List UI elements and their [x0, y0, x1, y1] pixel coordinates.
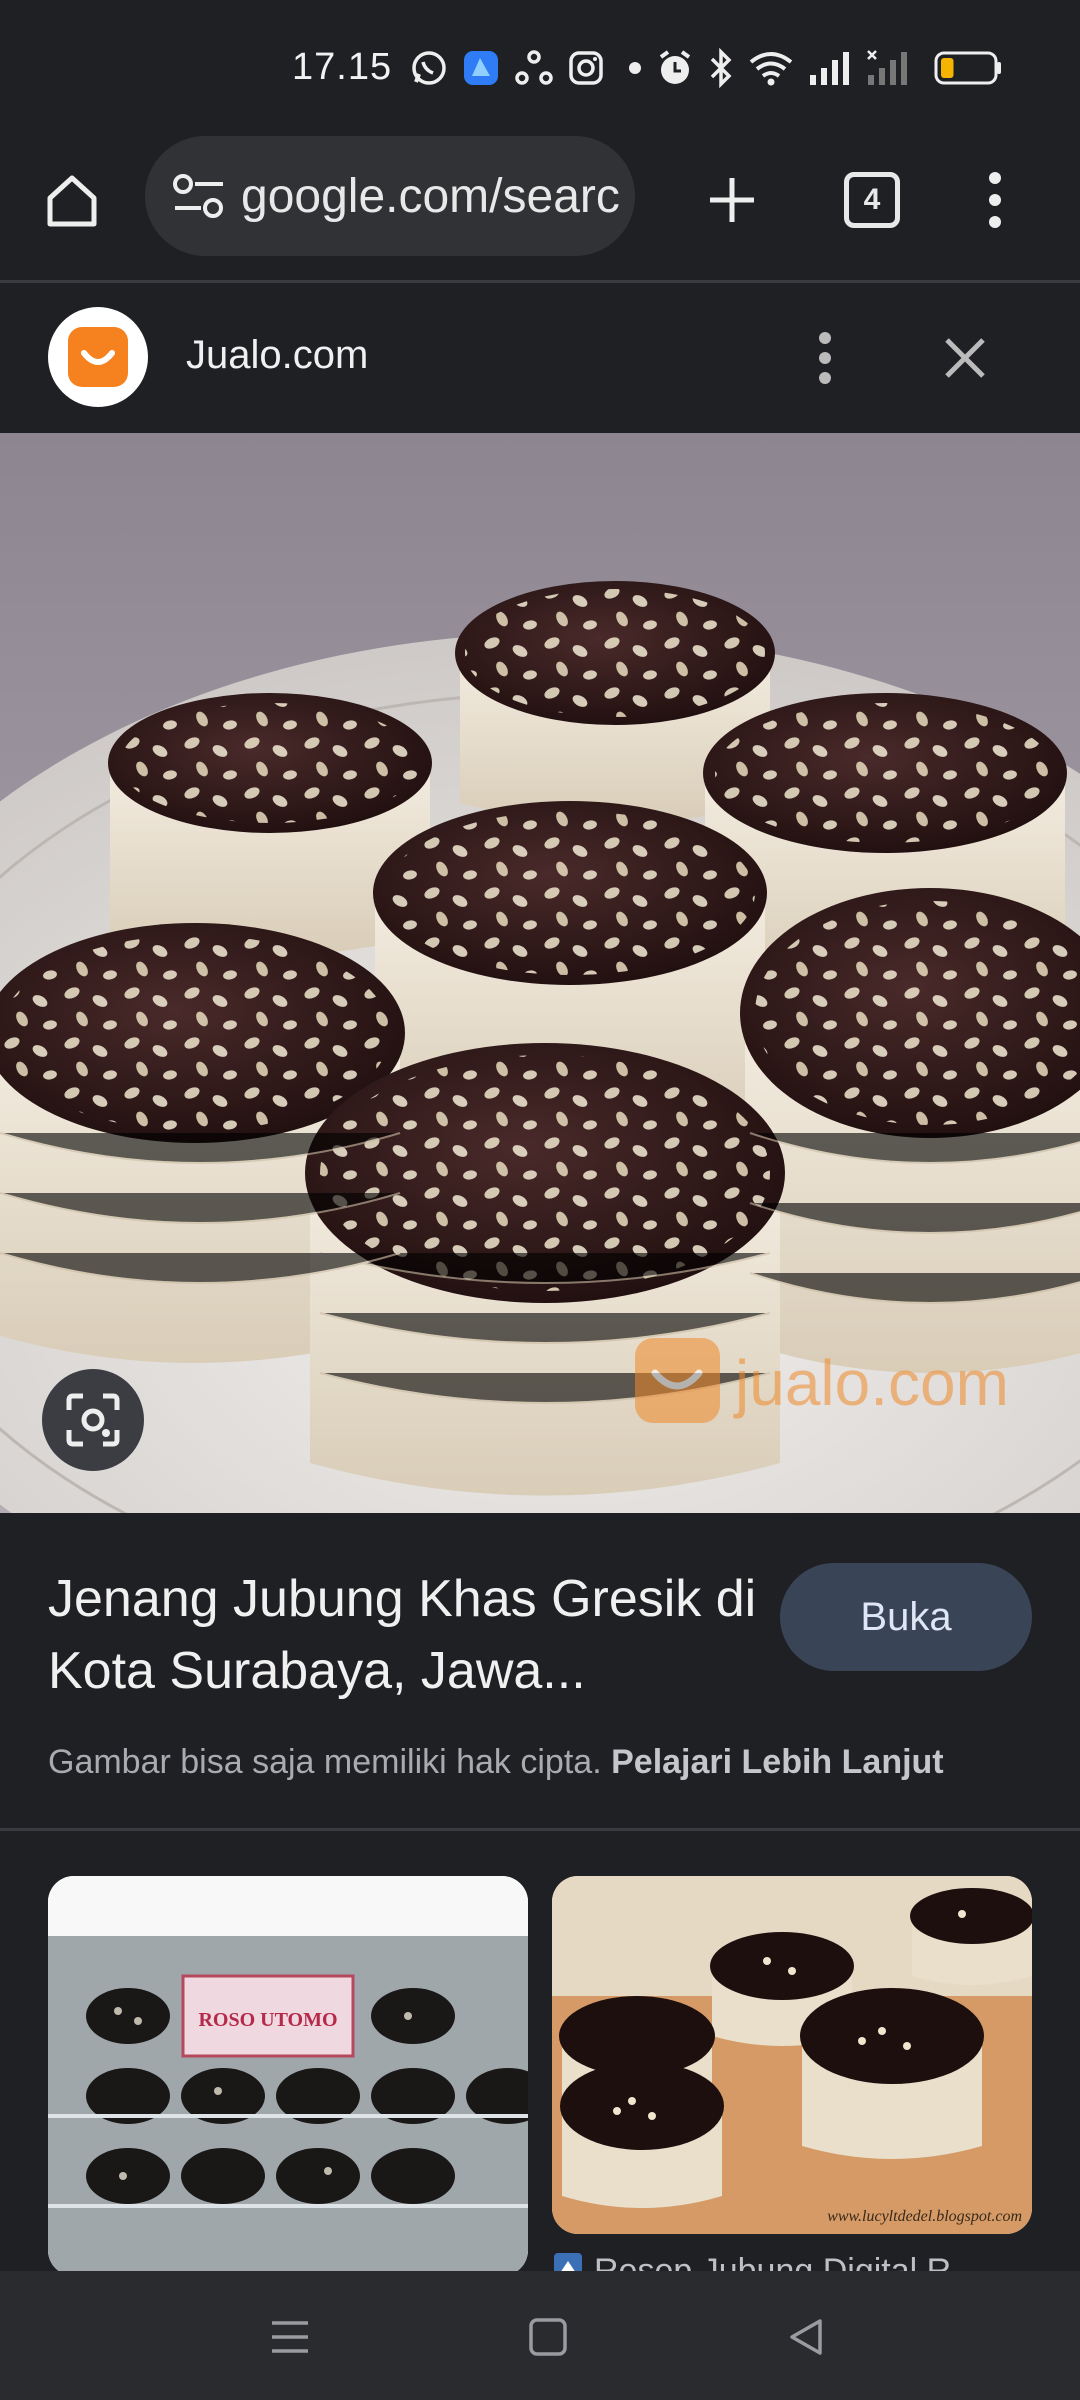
copyright-text: Gambar bisa saja memiliki hak cipta.	[48, 1743, 602, 1781]
back-icon	[790, 2319, 822, 2355]
recents-button[interactable]	[260, 2307, 320, 2367]
status-icons	[410, 44, 1004, 92]
site-name[interactable]: Jualo.com	[186, 333, 368, 378]
bluetooth-icon	[708, 48, 734, 88]
main-image[interactable]: jualo.com	[0, 433, 1080, 1513]
browser-toolbar: google.com/search 4	[0, 130, 1080, 283]
site-favicon-icon	[552, 2251, 584, 2271]
jubung-cups-photo: www.lucyltdedel.blogspot.com	[552, 1876, 1032, 2234]
address-bar[interactable]: google.com/search	[145, 136, 635, 256]
url-text[interactable]: google.com/search	[241, 169, 621, 224]
home-button[interactable]	[30, 158, 114, 242]
learn-more-link[interactable]: Pelajari Lebih Lanjut	[611, 1743, 944, 1781]
status-time: 17.15	[292, 46, 393, 88]
wifi-icon	[748, 49, 794, 87]
thumb-watermark: www.lucyltdedel.blogspot.com	[827, 2208, 1022, 2225]
box-label: ROSO UTOMO	[198, 2009, 337, 2031]
home-icon	[529, 2318, 567, 2356]
home-nav-button[interactable]	[518, 2307, 578, 2367]
system-nav-bar	[0, 2271, 1080, 2400]
alarm-icon	[656, 48, 694, 88]
instagram-icon	[568, 50, 604, 86]
site-settings-icon[interactable]	[167, 164, 231, 228]
related-image-1[interactable]: ROSO UTOMO	[48, 1876, 528, 2271]
source-more-button[interactable]	[800, 323, 850, 393]
hero-watermark: jualo.com	[733, 1347, 1009, 1419]
more-vert-icon	[989, 172, 1001, 228]
new-tab-button[interactable]	[690, 158, 774, 242]
dot-icon	[628, 61, 642, 75]
result-title[interactable]: Jenang Jubung Khas Gresik di Kota Suraba…	[48, 1563, 768, 1707]
browser-menu-button[interactable]	[960, 158, 1030, 242]
home-icon	[47, 175, 97, 227]
caption-text: Resep Jubung Digital R...	[594, 2252, 980, 2271]
signal-icon	[808, 49, 852, 87]
lens-icon	[66, 1393, 120, 1447]
related-images: ROSO UTOMO www.lucyltdedel.blogspot.com …	[0, 1831, 1080, 2271]
app-icon	[462, 49, 500, 87]
close-icon	[945, 338, 985, 378]
more-vert-icon	[819, 332, 831, 384]
tab-switcher-button[interactable]: 4	[840, 168, 904, 232]
battery-icon	[934, 50, 1004, 86]
copyright-notice: Gambar bisa saja memiliki hak cipta. Pel…	[48, 1743, 944, 1782]
signal-nodata-icon	[866, 49, 910, 87]
sync-icon	[514, 49, 554, 87]
related-image-2[interactable]: www.lucyltdedel.blogspot.com	[552, 1876, 1032, 2234]
tab-count: 4	[844, 172, 900, 228]
status-bar: 17.15	[0, 0, 1080, 130]
recents-icon	[272, 2321, 308, 2353]
whatsapp-icon	[410, 49, 448, 87]
jenang-box-photo: ROSO UTOMO	[48, 1876, 528, 2271]
close-button[interactable]	[930, 323, 1000, 393]
source-header: Jualo.com	[0, 283, 1080, 433]
related-image-2-caption[interactable]: Resep Jubung Digital R...	[552, 2251, 980, 2271]
open-button[interactable]: Buka	[780, 1563, 1032, 1671]
site-favicon	[48, 307, 148, 407]
result-info: Jenang Jubung Khas Gresik di Kota Suraba…	[0, 1513, 1080, 1831]
jualo-logo-icon	[68, 327, 128, 387]
back-button[interactable]	[776, 2307, 836, 2367]
jenang-jubung-photo: jualo.com	[0, 433, 1080, 1513]
google-lens-button[interactable]	[42, 1369, 144, 1471]
plus-icon	[710, 178, 754, 222]
